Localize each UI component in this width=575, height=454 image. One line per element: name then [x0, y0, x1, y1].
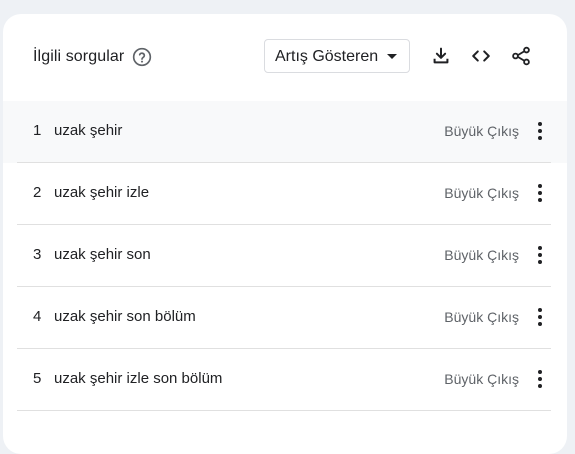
more-vert-icon[interactable]	[536, 369, 544, 389]
list-item[interactable]: 1 uzak şehir Büyük Çıkış	[3, 101, 567, 163]
query-text[interactable]: uzak şehir izle	[54, 184, 149, 201]
download-icon[interactable]	[430, 45, 452, 67]
more-vert-icon[interactable]	[536, 245, 544, 265]
rank-number: 5	[33, 370, 42, 387]
more-vert-icon[interactable]	[536, 183, 544, 203]
query-text[interactable]: uzak şehir izle son bölüm	[54, 370, 222, 387]
list-item[interactable]: 2 uzak şehir izle Büyük Çıkış	[3, 163, 567, 225]
trend-value: Büyük Çıkış	[444, 185, 519, 201]
filter-select[interactable]: Artış Gösteren	[264, 39, 410, 73]
query-text[interactable]: uzak şehir son bölüm	[54, 308, 196, 325]
trend-value: Büyük Çıkış	[444, 123, 519, 139]
list-item[interactable]: 5 uzak şehir izle son bölüm Büyük Çıkış	[3, 349, 567, 411]
rank-number: 2	[33, 184, 42, 201]
query-text[interactable]: uzak şehir son	[54, 246, 151, 263]
more-vert-icon[interactable]	[536, 307, 544, 327]
embed-code-icon[interactable]	[470, 45, 492, 67]
query-text[interactable]: uzak şehir	[54, 122, 122, 139]
card-header: İlgili sorgular Artış Gösteren	[3, 14, 567, 101]
trend-value: Büyük Çıkış	[444, 371, 519, 387]
share-icon[interactable]	[510, 45, 532, 67]
help-circle-icon[interactable]	[132, 47, 152, 67]
rank-number: 3	[33, 246, 42, 263]
caret-down-icon	[387, 54, 397, 59]
query-list: 1 uzak şehir Büyük Çıkış 2 uzak şehir iz…	[3, 101, 567, 411]
more-vert-icon[interactable]	[536, 121, 544, 141]
rank-number: 1	[33, 122, 42, 139]
card-title: İlgili sorgular	[33, 48, 125, 65]
rank-number: 4	[33, 308, 42, 325]
trend-value: Büyük Çıkış	[444, 247, 519, 263]
trend-value: Büyük Çıkış	[444, 309, 519, 325]
list-item[interactable]: 3 uzak şehir son Büyük Çıkış	[3, 225, 567, 287]
list-item[interactable]: 4 uzak şehir son bölüm Büyük Çıkış	[3, 287, 567, 349]
row-divider	[17, 410, 551, 411]
filter-select-value: Artış Gösteren	[275, 48, 379, 65]
related-queries-card: İlgili sorgular Artış Gösteren 1 uzak şe…	[3, 14, 567, 454]
